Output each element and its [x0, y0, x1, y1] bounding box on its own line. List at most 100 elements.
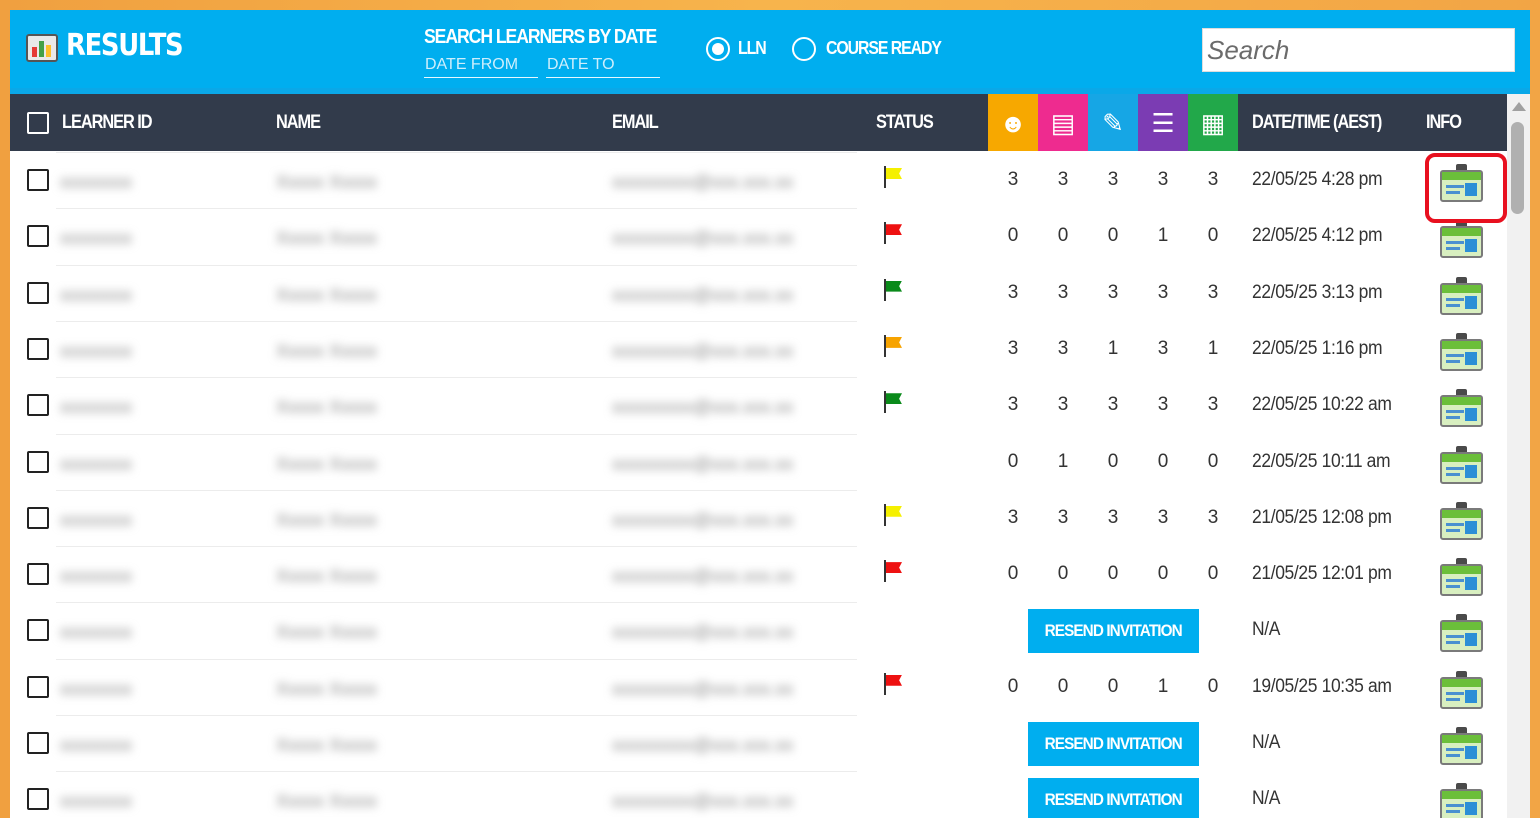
skill-score: 3 [1057, 506, 1069, 528]
date-from-input[interactable] [424, 52, 538, 78]
skill-score: 0 [1107, 225, 1119, 247]
learner-info-card-icon[interactable] [1440, 783, 1483, 818]
learner-id-cell: xxxxxxxx [60, 622, 132, 643]
datetime-cell: N/A [1252, 788, 1281, 810]
numeracy-calculator-icon[interactable]: ▦ [1188, 94, 1238, 151]
course-ready-radio-label[interactable]: COURSE READY [826, 38, 942, 59]
course-ready-radio[interactable] [792, 37, 816, 61]
skill-score: 3 [1057, 394, 1069, 416]
learner-info-card-icon[interactable] [1440, 276, 1483, 317]
table-row[interactable]: xxxxxxxx Xxxxx Xxxxx xxxxxxxxx@xxx.xxx.xx 3… [10, 320, 1507, 377]
column-email[interactable]: EMAIL [612, 112, 659, 134]
datetime-cell: 22/05/25 10:11 am [1252, 450, 1391, 472]
learning-head-icon[interactable]: ☻ [988, 94, 1038, 151]
reading-book-icon[interactable]: ▤ [1038, 94, 1088, 151]
row-checkbox[interactable] [27, 450, 49, 473]
table-row[interactable]: xxxxxxxx Xxxxx Xxxxx xxxxxxxxx@xxx.xxx.xx 3… [10, 377, 1507, 433]
datetime-cell: 22/05/25 3:13 pm [1252, 281, 1383, 303]
column-learner-id[interactable]: LEARNER ID [62, 112, 153, 134]
status-flag-icon [882, 560, 904, 583]
row-checkbox[interactable] [27, 563, 49, 586]
row-checkbox[interactable] [27, 619, 49, 642]
email-cell: xxxxxxxxx@xxx.xxx.xx [612, 397, 794, 418]
datetime-cell: 19/05/25 10:35 am [1252, 675, 1392, 697]
table-row[interactable]: xxxxxxxx Xxxxx Xxxxx xxxxxxxxx@xxx.xxx.xx 0… [10, 208, 1507, 264]
row-checkbox[interactable] [27, 675, 49, 698]
scroll-up-arrow-icon[interactable] [1512, 102, 1526, 111]
lln-radio-label[interactable]: LLN [738, 38, 767, 59]
table-row[interactable]: xxxxxxxx Xxxxx Xxxxx xxxxxxxxx@xxx.xxx.xx 0… [10, 546, 1507, 602]
learner-info-card-icon[interactable] [1440, 614, 1483, 654]
skill-score: 3 [1207, 169, 1219, 190]
datetime-cell: N/A [1252, 732, 1281, 753]
learner-info-card-icon[interactable] [1440, 220, 1483, 260]
skill-score: 3 [1207, 506, 1219, 528]
skill-score: 0 [1107, 450, 1119, 472]
skill-score: 3 [1057, 169, 1069, 190]
email-cell: xxxxxxxxx@xxx.xxx.xx [612, 566, 794, 587]
learner-id-cell: xxxxxxxx [60, 340, 132, 361]
column-datetime[interactable]: DATE/TIME (AEST) [1252, 112, 1382, 134]
learner-info-card-icon[interactable] [1440, 389, 1483, 429]
name-cell: Xxxxx Xxxxx [276, 622, 378, 643]
skill-score: 0 [1207, 563, 1219, 585]
skill-score: 0 [1057, 225, 1069, 247]
date-to-input[interactable] [546, 52, 660, 78]
skill-score: 0 [1057, 563, 1069, 585]
table-row[interactable]: xxxxxxxx Xxxxx Xxxxx xxxxxxxxx@xxx.xxx.xx 0… [10, 433, 1507, 490]
table-row[interactable]: xxxxxxxx Xxxxx Xxxxx xxxxxxxxx@xxx.xxx.xx 0… [10, 658, 1507, 715]
name-cell: Xxxxx Xxxxx [276, 228, 378, 249]
learner-info-card-icon[interactable] [1440, 501, 1483, 542]
column-name[interactable]: NAME [276, 112, 321, 134]
table-row[interactable]: xxxxxxxx Xxxxx Xxxxx xxxxxxxxx@xxx.xxx.xx R… [10, 715, 1507, 771]
learner-info-card-icon[interactable] [1440, 727, 1483, 767]
skill-score: 0 [1007, 563, 1019, 585]
row-checkbox[interactable] [27, 337, 49, 360]
email-cell: xxxxxxxxx@xxx.xxx.xx [612, 172, 794, 192]
scrollbar[interactable] [1507, 94, 1530, 818]
skill-score: 3 [1157, 506, 1169, 528]
learner-info-card-icon[interactable] [1440, 332, 1483, 373]
lln-radio[interactable] [706, 37, 730, 61]
scroll-thumb[interactable] [1511, 122, 1524, 214]
resend-invitation-button[interactable]: RESEND INVITATION [1028, 722, 1199, 766]
email-cell: xxxxxxxxx@xxx.xxx.xx [612, 622, 794, 643]
row-checkbox[interactable] [27, 394, 49, 417]
skill-score: 3 [1107, 506, 1119, 528]
select-all-checkbox[interactable] [27, 112, 49, 134]
status-flag-icon [882, 672, 904, 695]
info-highlight-box [1425, 153, 1507, 223]
row-checkbox[interactable] [27, 281, 49, 304]
skill-score: 0 [1107, 675, 1119, 697]
skill-score: 0 [1007, 675, 1019, 697]
resend-invitation-button[interactable]: RESEND INVITATION [1028, 609, 1199, 654]
row-checkbox[interactable] [27, 788, 49, 811]
row-checkbox[interactable] [27, 225, 49, 248]
resend-invitation-button[interactable]: RESEND INVITATION [1028, 778, 1199, 818]
row-checkbox[interactable] [27, 506, 49, 529]
row-divider [56, 377, 857, 379]
skill-score: 3 [1157, 169, 1169, 190]
table-row[interactable]: xxxxxxxx Xxxxx Xxxxx xxxxxxxxx@xxx.xxx.xx R… [10, 602, 1507, 658]
table-header: LEARNER ID NAME EMAIL STATUS ☻ ▤ ✎ ☰ ▦ D… [10, 94, 1507, 151]
learner-info-card-icon[interactable] [1440, 445, 1483, 486]
learner-info-card-icon[interactable] [1440, 670, 1483, 711]
speaking-chat-icon[interactable]: ☰ [1138, 94, 1188, 151]
row-checkbox[interactable] [27, 732, 49, 754]
table-row[interactable]: xxxxxxxx Xxxxx Xxxxx xxxxxxxxx@xxx.xxx.xx 3… [10, 264, 1507, 321]
skill-score: 3 [1157, 337, 1169, 359]
table-row[interactable]: xxxxxxxx Xxxxx Xxxxx xxxxxxxxx@xxx.xxx.xx 3… [10, 152, 1507, 208]
row-checkbox[interactable] [27, 169, 49, 191]
row-divider [56, 602, 857, 604]
column-status[interactable]: STATUS [876, 112, 934, 134]
search-input[interactable] [1202, 28, 1515, 72]
writing-pencil-icon[interactable]: ✎ [1088, 94, 1138, 151]
skill-score: 3 [1007, 337, 1019, 359]
skill-score: 1 [1157, 675, 1169, 697]
skill-score: 0 [1007, 450, 1019, 472]
skill-score: 0 [1207, 450, 1219, 472]
table-row[interactable]: xxxxxxxx Xxxxx Xxxxx xxxxxxxxx@xxx.xxx.xx 3… [10, 489, 1507, 546]
learner-info-card-icon[interactable] [1440, 558, 1483, 598]
table-row[interactable]: xxxxxxxx Xxxxx Xxxxx xxxxxxxxx@xxx.xxx.xx R… [10, 771, 1507, 818]
email-cell: xxxxxxxxx@xxx.xxx.xx [612, 340, 794, 361]
